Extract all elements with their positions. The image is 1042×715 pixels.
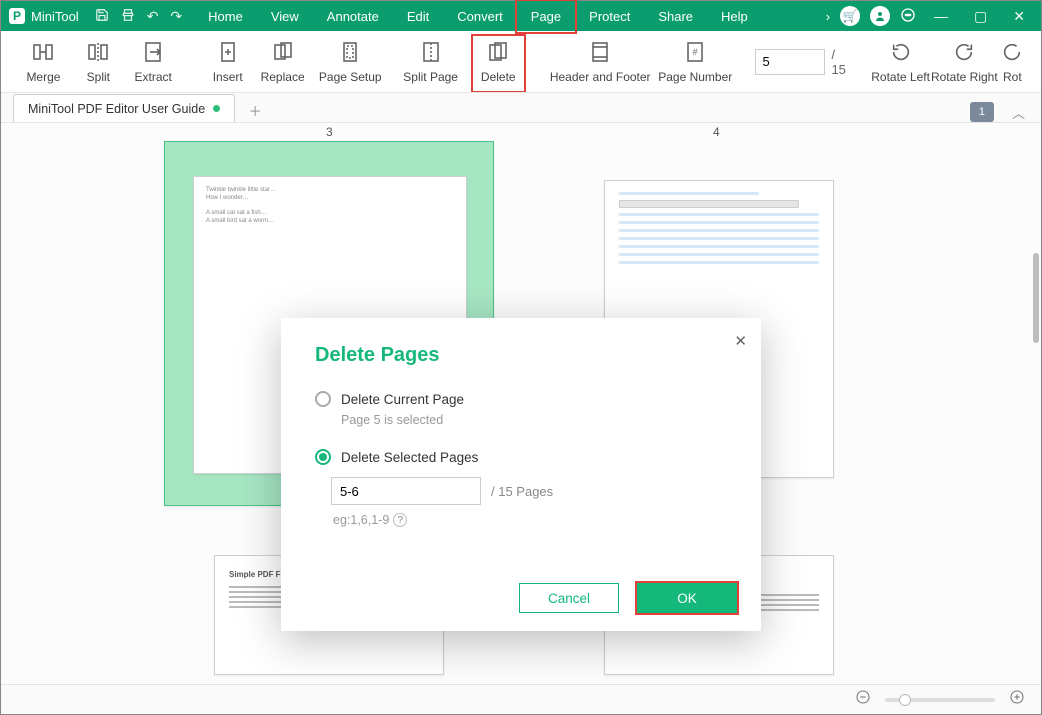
zoom-slider[interactable] [885,698,995,702]
range-example: eg:1,6,1-9 ? [333,513,727,527]
menu-page[interactable]: Page [517,1,575,31]
menu-protect[interactable]: Protect [575,1,644,31]
feedback-icon[interactable] [900,7,916,26]
main-menu: Home View Annotate Edit Convert Page Pro… [194,1,762,31]
print-icon[interactable] [121,8,135,25]
shop-icon[interactable]: 🛒 [840,6,860,26]
menu-help[interactable]: Help [707,1,762,31]
quick-access-toolbar: ↶ ↷ [95,8,182,25]
extract-icon [141,40,165,64]
range-total: / 15 Pages [491,484,553,499]
replace-icon [271,40,295,64]
titlebar-right: › 🛒 — ▢ ✕ [826,6,1033,26]
ribbon-delete[interactable]: Delete [471,34,526,90]
chevron-right-icon[interactable]: › [826,9,830,24]
page-number-icon: # [683,40,707,64]
split-page-icon [419,40,443,64]
radio-icon [315,391,331,407]
new-tab-button[interactable]: ＋ [243,98,267,122]
menu-home[interactable]: Home [194,1,257,31]
insert-icon [216,40,240,64]
rotate-left-icon [889,40,913,64]
menu-view[interactable]: View [257,1,313,31]
current-page-input[interactable] [755,49,825,75]
page-range-input[interactable] [331,477,481,505]
menu-edit[interactable]: Edit [393,1,443,31]
ribbon-rotate-left[interactable]: Rotate Left [871,34,930,90]
app-name: MiniTool [31,9,79,24]
page-setup-icon [338,40,362,64]
undo-icon[interactable]: ↶ [147,8,159,25]
ribbon-split-page[interactable]: Split Page [390,34,470,90]
close-window-button[interactable]: ✕ [1005,8,1033,25]
document-tabs: MiniTool PDF Editor User Guide ＋ 1 ︿ [1,93,1041,123]
titlebar: P MiniTool ↶ ↷ Home View Annotate Edit C… [1,1,1041,31]
zoom-in-button[interactable] [1009,689,1025,710]
merge-icon [31,40,55,64]
svg-text:#: # [693,47,698,57]
redo-icon[interactable]: ↷ [170,8,182,25]
ribbon-insert[interactable]: Insert [200,34,255,90]
opt-delete-range[interactable]: Delete Selected Pages [315,449,727,465]
doc-tab[interactable]: MiniTool PDF Editor User Guide [13,94,235,122]
ribbon-rotate-right[interactable]: Rotate Right [930,34,999,90]
account-icon[interactable] [870,6,890,26]
statusbar [1,684,1041,714]
page-label-4: 4 [713,125,720,139]
header-footer-icon [588,40,612,64]
minimize-button[interactable]: — [926,8,956,24]
rotate-right-icon [952,40,976,64]
help-icon[interactable]: ? [393,513,407,527]
ribbon-header-footer[interactable]: Header and Footer [545,34,655,90]
ribbon-extract[interactable]: Extract [126,34,181,90]
rotate-icon [1000,40,1024,64]
ribbon-rotate-truncated[interactable]: Rot [999,34,1026,90]
thumb-lines [605,181,833,275]
app-logo: P MiniTool [9,8,79,24]
maximize-button[interactable]: ▢ [966,8,995,25]
current-page-hint: Page 5 is selected [341,413,727,427]
ribbon-page-number[interactable]: # Page Number [655,34,735,90]
ribbon-page-setup[interactable]: Page Setup [310,34,390,90]
logo-icon: P [9,8,25,24]
tab-title: MiniTool PDF Editor User Guide [28,102,205,116]
dialog-title: Delete Pages [315,344,727,367]
unsaved-dot-icon [213,105,220,112]
zoom-out-button[interactable] [855,689,871,710]
page-grid: 3 4 5 6 Twinkle twinkle little star…How … [1,123,1041,683]
menu-convert[interactable]: Convert [443,1,517,31]
collapse-ribbon-button[interactable]: ︿ [1008,103,1029,122]
split-icon [86,40,110,64]
range-input-row: / 15 Pages [331,477,727,505]
opt-delete-current[interactable]: Delete Current Page [315,391,727,407]
ok-button[interactable]: OK [637,583,737,613]
menu-share[interactable]: Share [644,1,707,31]
save-icon[interactable] [95,8,109,25]
view-chip[interactable]: 1 [970,102,994,122]
thumb-text: Twinkle twinkle little star…How I wonder… [194,177,466,236]
dialog-close-button[interactable]: ✕ [734,332,747,350]
dialog-buttons: Cancel OK [519,583,737,613]
delete-page-icon [486,40,510,64]
ribbon-merge[interactable]: Merge [16,34,71,90]
ribbon: Merge Split Extract Insert Replace Page … [1,31,1041,93]
vertical-scrollbar[interactable] [1033,253,1039,343]
cancel-button[interactable]: Cancel [519,583,619,613]
page-label-3: 3 [326,125,333,139]
page-total: / 15 [831,47,851,77]
delete-pages-dialog: ✕ Delete Pages Delete Current Page Page … [281,318,761,631]
ribbon-replace[interactable]: Replace [255,34,310,90]
radio-icon [315,449,331,465]
menu-annotate[interactable]: Annotate [313,1,393,31]
slider-knob-icon [899,694,911,706]
ribbon-split[interactable]: Split [71,34,126,90]
page-input-group: / 15 [755,47,851,77]
